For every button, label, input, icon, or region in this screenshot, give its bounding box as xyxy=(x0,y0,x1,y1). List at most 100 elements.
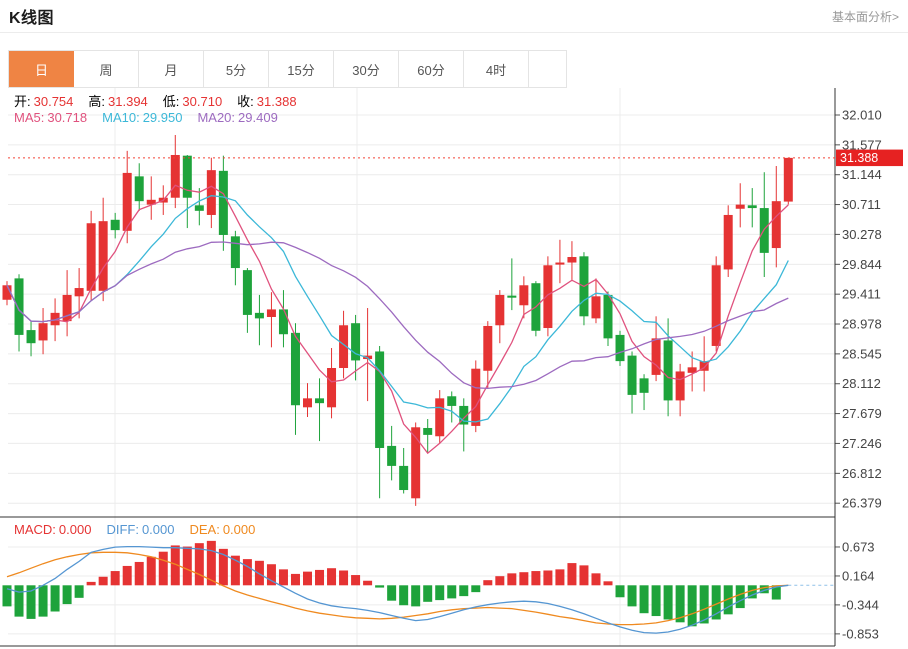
tab-month[interactable]: 月 xyxy=(139,51,204,87)
macd-bar xyxy=(531,571,540,585)
macd-bar xyxy=(543,570,552,585)
candle xyxy=(27,330,36,343)
candle xyxy=(604,295,613,338)
ma20-readout: MA20:29.409 xyxy=(197,110,277,125)
candle xyxy=(724,215,733,269)
tab-filler xyxy=(529,51,566,87)
candle xyxy=(279,309,288,334)
candle xyxy=(495,295,504,325)
candle xyxy=(736,205,745,209)
candle xyxy=(231,236,240,268)
panel-borders xyxy=(0,88,835,646)
dea-value-readout: DEA:0.000 xyxy=(189,522,255,537)
candles-layer xyxy=(3,135,793,506)
candle xyxy=(748,205,757,208)
candle xyxy=(543,265,552,328)
macd-bar xyxy=(327,568,336,585)
last-price-tag: 31.388 xyxy=(836,150,903,167)
price-tick-label: 32.010 xyxy=(842,108,882,123)
candle xyxy=(207,170,216,215)
macd-gridlines xyxy=(8,547,835,634)
macd-bar xyxy=(75,585,84,598)
macd-bar xyxy=(3,585,12,606)
macd-bar xyxy=(87,582,96,585)
macd-bar xyxy=(555,569,564,585)
tab-15min[interactable]: 15分 xyxy=(269,51,334,87)
macd-bar xyxy=(616,585,625,597)
macd-bar xyxy=(255,561,264,585)
macd-value-readout: MACD:0.000 xyxy=(14,522,91,537)
macd-bar xyxy=(315,570,324,585)
candle xyxy=(195,205,204,211)
candle xyxy=(111,220,120,230)
price-tick-label: 26.812 xyxy=(842,466,882,481)
candle xyxy=(628,356,637,395)
macd-histogram xyxy=(3,541,781,626)
ma5-readout: MA5:30.718 xyxy=(14,110,87,125)
price-tick-label: 29.844 xyxy=(842,257,882,272)
macd-bar xyxy=(471,585,480,592)
period-tab-bar: 日 周 月 5分 15分 30分 60分 4时 xyxy=(8,50,567,88)
candle xyxy=(519,285,528,305)
candle xyxy=(387,446,396,466)
macd-bar xyxy=(303,572,312,586)
candle xyxy=(15,278,24,335)
macd-bar xyxy=(399,585,408,605)
candle xyxy=(99,221,108,291)
low-readout: 低:30.710 xyxy=(163,91,222,110)
macd-bar xyxy=(183,547,192,586)
ma10-readout: MA10:29.950 xyxy=(102,110,182,125)
price-tick-label: 27.246 xyxy=(842,436,882,451)
tab-week[interactable]: 周 xyxy=(74,51,139,87)
tab-60min[interactable]: 60分 xyxy=(399,51,464,87)
macd-axis-labels: 0.6730.164-0.344-0.853 xyxy=(835,539,879,641)
tab-day[interactable]: 日 xyxy=(9,51,74,87)
price-axis-labels: 32.01031.57731.14430.71130.27829.84429.4… xyxy=(835,108,882,511)
price-tick-label: 28.978 xyxy=(842,317,882,332)
candle xyxy=(39,323,48,340)
macd-bar xyxy=(351,575,360,585)
macd-bar xyxy=(447,585,456,598)
macd-bar xyxy=(291,574,300,585)
macd-bar xyxy=(279,569,288,585)
price-tick-label: 31.144 xyxy=(842,167,882,182)
macd-bar xyxy=(604,581,613,585)
tab-5min[interactable]: 5分 xyxy=(204,51,269,87)
high-readout: 高:31.394 xyxy=(88,91,147,110)
macd-bar xyxy=(483,580,492,585)
candle xyxy=(291,333,300,405)
diff-value-readout: DIFF:0.000 xyxy=(106,522,174,537)
macd-bar xyxy=(664,585,673,619)
macd-bar xyxy=(39,585,48,616)
macd-bar xyxy=(736,585,745,608)
macd-bar xyxy=(135,562,144,585)
price-tick-label: 29.411 xyxy=(842,287,881,302)
candle xyxy=(255,313,264,319)
candle xyxy=(435,398,444,436)
macd-bar xyxy=(688,585,697,626)
macd-bar xyxy=(123,566,132,585)
price-tick-label: 27.679 xyxy=(842,406,882,421)
open-readout: 开:30.754 xyxy=(14,91,73,110)
macd-bar xyxy=(652,585,661,616)
candle xyxy=(219,171,228,235)
macd-bar xyxy=(519,572,528,585)
tab-4hour[interactable]: 4时 xyxy=(464,51,529,87)
macd-tick-label: 0.673 xyxy=(842,539,875,554)
candle xyxy=(567,257,576,263)
kline-page: K线图 基本面分析> 日 周 月 5分 15分 30分 60分 4时 开:30.… xyxy=(0,0,908,649)
candle xyxy=(315,398,324,403)
macd-bar xyxy=(363,581,372,586)
macd-readout: MACD:0.000 DIFF:0.000 DEA:0.000 xyxy=(14,522,255,537)
candle xyxy=(303,398,312,407)
candle xyxy=(640,378,649,392)
candle xyxy=(399,466,408,490)
close-readout: 收:31.388 xyxy=(237,91,296,110)
candle xyxy=(243,270,252,315)
candle xyxy=(375,351,384,448)
macd-bar xyxy=(495,576,504,585)
tab-30min[interactable]: 30分 xyxy=(334,51,399,87)
macd-bar xyxy=(243,559,252,585)
candle xyxy=(676,371,685,400)
candle xyxy=(423,428,432,435)
